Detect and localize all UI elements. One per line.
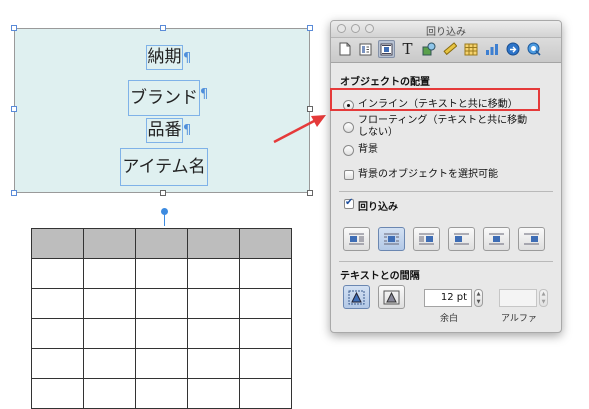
select-background-objects-checkbox[interactable] xyxy=(344,170,354,180)
table-row xyxy=(31,288,292,319)
spacing-value-field[interactable]: 12 pt xyxy=(424,289,472,307)
graphic-icon[interactable] xyxy=(420,40,437,58)
wrap-top-bottom-right-button[interactable] xyxy=(518,227,545,251)
wrap-top-bottom-left-button[interactable] xyxy=(448,227,475,251)
table-icon[interactable] xyxy=(462,40,479,58)
wrap-left-button[interactable] xyxy=(343,227,370,251)
section-divider xyxy=(339,261,553,262)
paragraph-mark: ¶ xyxy=(200,87,209,102)
wrap-label[interactable]: 回り込み xyxy=(358,198,398,213)
placement-background-label[interactable]: 背景 xyxy=(358,144,378,156)
paragraph-mark: ¶ xyxy=(183,51,192,66)
wrap-icon[interactable] xyxy=(378,40,395,58)
table-row xyxy=(31,378,292,409)
document-table[interactable] xyxy=(31,228,292,409)
paragraph-mark: ¶ xyxy=(183,123,192,138)
placement-floating-label-line2: しない） xyxy=(358,127,398,138)
quicktime-icon[interactable] xyxy=(525,40,542,58)
annotation-arrow-icon xyxy=(273,115,326,144)
resize-handle[interactable] xyxy=(11,190,17,196)
wrap-right-button[interactable] xyxy=(413,227,440,251)
table-header-row xyxy=(31,228,292,259)
wrap-inspector-panel: 回り込み T オブジェクトの配置 インライン（テキストと共に移動） フローティン… xyxy=(330,20,562,333)
spacing-stepper[interactable]: ▲ ▼ xyxy=(474,289,483,307)
alpha-stepper[interactable]: ▲ ▼ xyxy=(539,289,548,307)
placement-background-radio[interactable] xyxy=(343,145,354,156)
alpha-value-field[interactable] xyxy=(499,289,537,307)
section-divider xyxy=(339,191,553,192)
anchor-line xyxy=(164,212,165,226)
placement-floating-label[interactable]: フローティング（テキストと共に移動 しない） xyxy=(358,115,527,139)
resize-handle[interactable] xyxy=(160,190,166,196)
spacing-loose-button[interactable] xyxy=(378,285,405,309)
text-item-item-name[interactable]: アイテム名 xyxy=(120,148,208,186)
hyperlink-icon[interactable] xyxy=(504,40,521,58)
text-item-delivery[interactable]: 納期 xyxy=(146,45,183,70)
resize-handle[interactable] xyxy=(307,25,313,31)
panel-title: 回り込み xyxy=(426,27,466,38)
text-item-product-number[interactable]: 品番 xyxy=(146,118,183,143)
panel-titlebar[interactable]: 回り込み xyxy=(331,21,561,38)
annotation-highlight-box xyxy=(330,88,540,111)
layout-icon[interactable] xyxy=(357,40,374,58)
text-spacing-title: テキストとの間隔 xyxy=(340,271,420,282)
resize-handle[interactable] xyxy=(160,25,166,31)
text-icon[interactable]: T xyxy=(399,40,416,58)
resize-handle[interactable] xyxy=(11,106,17,112)
resize-handle[interactable] xyxy=(11,25,17,31)
text-item-brand[interactable]: ブランド xyxy=(128,80,200,116)
placement-floating-radio[interactable] xyxy=(343,122,354,133)
alpha-label: アルファ xyxy=(501,314,537,324)
wrap-around-button[interactable] xyxy=(378,227,405,251)
wrap-checkbox[interactable] xyxy=(344,197,354,209)
table-row xyxy=(31,318,292,349)
chart-icon[interactable] xyxy=(483,40,500,58)
table-row xyxy=(31,348,292,379)
metrics-icon[interactable] xyxy=(441,40,458,58)
inspector-toolbar: T xyxy=(331,38,561,63)
document-icon[interactable] xyxy=(336,40,353,58)
resize-handle[interactable] xyxy=(307,190,313,196)
placement-floating-label-line1: フローティング（テキストと共に移動 xyxy=(358,115,528,126)
spacing-label: 余白 xyxy=(440,314,459,324)
spacing-tight-button[interactable] xyxy=(343,285,370,309)
object-placement-title: オブジェクトの配置 xyxy=(340,77,430,88)
select-background-objects-label[interactable]: 背景のオブジェクトを選択可能 xyxy=(358,169,498,181)
table-row xyxy=(31,258,292,289)
wrap-top-bottom-center-button[interactable] xyxy=(483,227,510,251)
